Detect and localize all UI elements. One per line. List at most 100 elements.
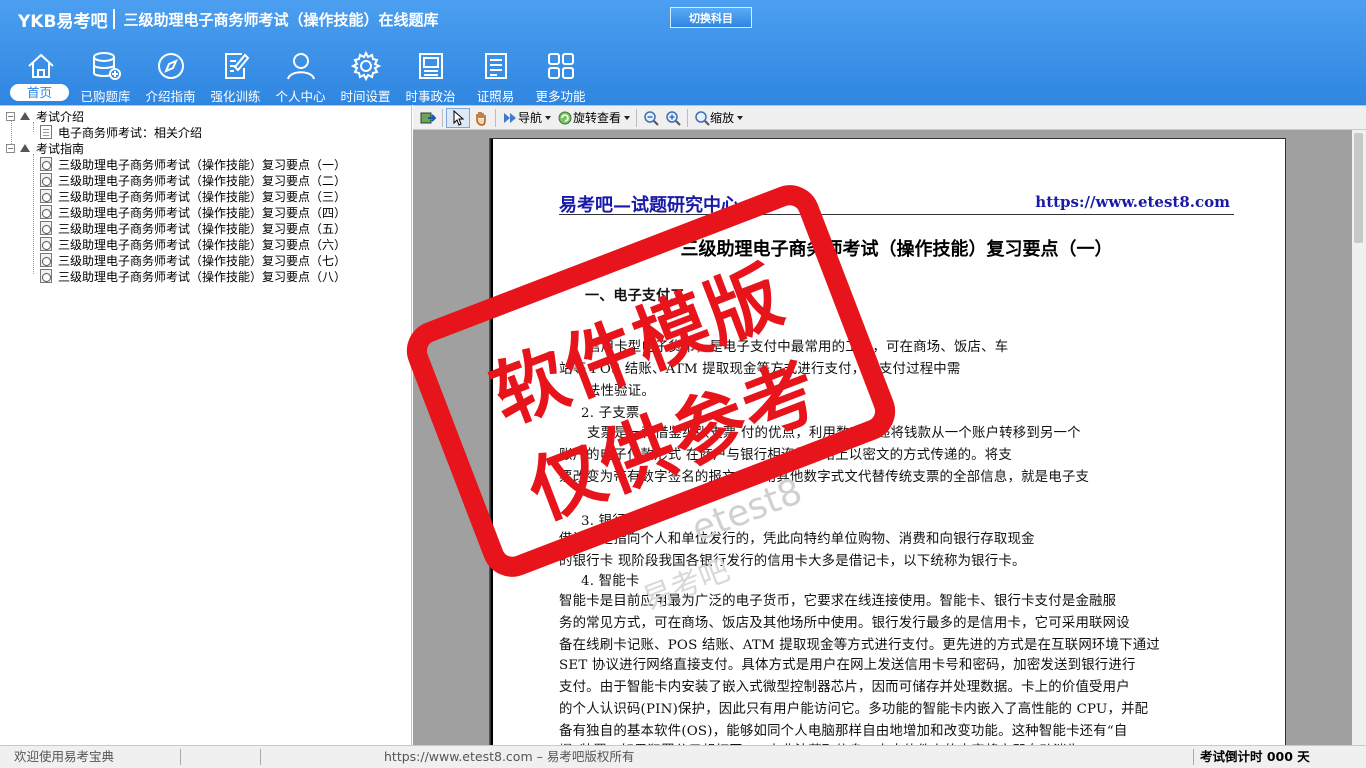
select-tool-button[interactable]	[446, 107, 470, 128]
document-line: 的个人认识码(PIN)保护，因此只有用户能访问它。多功能的智能卡内嵌入了高性能的…	[559, 702, 1149, 717]
viewer-toolbar: 导航 旋转查看 缩放	[413, 105, 1366, 130]
document-icon	[40, 237, 52, 251]
switch-subject-button[interactable]: 切换科目	[670, 7, 752, 28]
document-line: SET 协议进行网络直接支付。具体方式是用户在网上发送信用卡号和密码，加密发送到…	[559, 658, 1136, 673]
status-divider	[260, 749, 261, 765]
nav-label: 时事政治	[405, 89, 456, 104]
document-icon	[40, 157, 52, 171]
tree-item[interactable]: 三级助理电子商务师考试（操作技能）复习要点（八）	[40, 268, 346, 284]
document-line: 备在线刷卡记账、POS 结账、ATM 提取现金等方式进行支付。更先进的方式是在互…	[559, 638, 1160, 653]
document-icon	[40, 221, 52, 235]
document-line: 站等 POS 结账、ATM 提取现金等方式进行支付，其支付过程中需	[559, 362, 961, 377]
document-line: 支票是一种借鉴纸张支票 付的优点，利用数字传递将钱款从一个账户转移到另一个	[587, 426, 1081, 441]
pan-tool-button[interactable]	[470, 108, 492, 128]
grid-icon	[547, 53, 574, 79]
rotate-view-dropdown[interactable]: 旋转查看	[554, 108, 633, 128]
tree-group-label: 考试指南	[36, 141, 85, 156]
document-line: 法性验证。	[587, 384, 655, 399]
vertical-scrollbar[interactable]	[1352, 130, 1366, 745]
status-bar: 欢迎使用易考宝典 https://www.etest8.com – 易考吧版权所…	[0, 745, 1366, 768]
tree-item-label: 三级助理电子商务师考试（操作技能）复习要点（三）	[58, 189, 347, 204]
nav-label: 已购题库	[80, 89, 131, 104]
toolbar-separator	[442, 108, 443, 127]
tree-item[interactable]: 三级助理电子商务师考试（操作技能）复习要点（一）	[40, 156, 346, 172]
nav-item-guide[interactable]: 介绍指南	[138, 48, 203, 104]
export-button[interactable]	[417, 108, 439, 128]
list-icon	[484, 53, 507, 79]
app-title: YKB易考吧 三级助理电子商务师考试（操作技能）在线题库	[18, 8, 439, 32]
header-bar: YKB易考吧 三级助理电子商务师考试（操作技能）在线题库 切换科目 首页 已购题…	[0, 0, 1366, 105]
nav-item-purchased[interactable]: 已购题库	[73, 48, 138, 104]
compass-icon	[157, 53, 184, 79]
site-name: 易考吧—试题研究中心	[559, 195, 739, 216]
tree-item-label: 三级助理电子商务师考试（操作技能）复习要点（二）	[58, 173, 347, 188]
nav-item-current-affairs[interactable]: 时事政治	[398, 48, 463, 104]
document-icon	[40, 189, 52, 203]
nav-item-training[interactable]: 强化训练	[203, 48, 268, 104]
folder-icon	[20, 112, 30, 120]
nav-item-time-settings[interactable]: 时间设置	[333, 48, 398, 104]
chapter-tree: − 考试介绍 电子商务师考试：相关介绍 − 考试指南 三级助理电子商务师考试（操…	[0, 105, 412, 745]
tree-item[interactable]: 三级助理电子商务师考试（操作技能）复习要点（五）	[40, 220, 346, 236]
zoom-dropdown[interactable]: 缩放	[691, 108, 746, 128]
tree-item-label: 三级助理电子商务师考试（操作技能）复习要点（五）	[58, 221, 347, 236]
nav-item-more[interactable]: 更多功能	[528, 48, 593, 104]
document-page: 易考吧—试题研究中心 https://www.etest8.com 三级助理电子…	[490, 138, 1286, 745]
tree-item-label: 三级助理电子商务师考试（操作技能）复习要点（八）	[58, 269, 347, 284]
tree-item[interactable]: 电子商务师考试：相关介绍	[40, 124, 202, 140]
tree-item-label: 三级助理电子商务师考试（操作技能）复习要点（一）	[58, 157, 347, 172]
rotate-view-label: 旋转查看	[573, 111, 622, 125]
nav-item-home[interactable]: 首页	[8, 48, 73, 104]
tree-item-label: 三级助理电子商务师考试（操作技能）复习要点（六）	[58, 237, 347, 252]
document-icon	[40, 173, 52, 187]
document-line: 一、电子支付工	[585, 288, 685, 304]
tree-item-label: 三级助理电子商务师考试（操作技能）复习要点（七）	[58, 253, 347, 268]
nav-label: 证照易	[476, 89, 515, 104]
document-line: 3. 银行卡	[581, 514, 640, 529]
tree-item[interactable]: 三级助理电子商务师考试（操作技能）复习要点（四）	[40, 204, 346, 220]
status-welcome: 欢迎使用易考宝典	[14, 749, 115, 764]
tree-item[interactable]: 三级助理电子商务师考试（操作技能）复习要点（七）	[40, 252, 346, 268]
tree-item[interactable]: 三级助理电子商务师考试（操作技能）复习要点（六）	[40, 236, 346, 252]
zoom-in-button[interactable]	[662, 108, 684, 128]
document-line: 票改变为带有数字签名的报文，利用其他数字式文代替传统支票的全部信息，就是电子支	[559, 470, 1090, 485]
status-copyright: https://www.etest8.com – 易考吧版权所有	[384, 749, 635, 764]
tree-group-intro[interactable]: − 考试介绍	[6, 108, 84, 124]
page-title: 三级助理电子商务师考试（操作技能）在线题库	[123, 10, 439, 29]
tree-guide	[33, 154, 34, 274]
zoom-out-button[interactable]	[640, 108, 662, 128]
nav-item-profile[interactable]: 个人中心	[268, 48, 333, 104]
nav-label: 首页	[10, 84, 69, 101]
folder-icon	[20, 144, 30, 152]
collapse-icon[interactable]: −	[6, 143, 15, 153]
document-line: 信用卡型电子货币，是电子支付中最常用的工具，可在商场、饭店、车	[587, 340, 1009, 355]
chevron-down-icon	[737, 115, 744, 120]
status-countdown: 考试倒计时 000 天	[1200, 749, 1310, 764]
navigation-dropdown[interactable]: 导航	[499, 108, 554, 128]
database-icon	[92, 52, 121, 80]
zoom-out-icon	[644, 110, 659, 126]
scrollbar-thumb[interactable]	[1354, 133, 1363, 243]
document-viewer[interactable]: 易考吧—试题研究中心 https://www.etest8.com 三级助理电子…	[413, 130, 1366, 745]
app-logo: YKB易考吧	[18, 11, 108, 32]
magnifier-icon	[695, 110, 710, 126]
tree-item-label: 三级助理电子商务师考试（操作技能）复习要点（四）	[58, 205, 347, 220]
document-line: 支付。由于智能卡内安装了嵌入式微型控制器芯片，因而可储存并处理数据。卡上的价值受…	[559, 680, 1130, 695]
tree-item[interactable]: 三级助理电子商务师考试（操作技能）复习要点（二）	[40, 172, 346, 188]
navigation-icon	[504, 112, 516, 123]
chevron-down-icon	[545, 115, 552, 120]
document-icon	[40, 253, 52, 267]
main-nav: 首页 已购题库 介绍指南 强化训练 个人中心 时间设置 时事政治 证照易 更多功…	[8, 48, 593, 104]
site-url: https://www.etest8.com	[1035, 193, 1230, 211]
document-title: 三级助理电子商务师考试（操作技能）复习要点（一）	[680, 239, 1113, 260]
nav-label: 更多功能	[535, 89, 586, 104]
newspaper-icon	[418, 53, 443, 79]
toolbar-separator	[636, 108, 638, 127]
tree-item[interactable]: 三级助理电子商务师考试（操作技能）复习要点（三）	[40, 188, 346, 204]
nav-item-license[interactable]: 证照易	[463, 48, 528, 104]
nav-label: 时间设置	[340, 89, 391, 104]
tree-group-guide[interactable]: − 考试指南	[6, 140, 84, 156]
tree-group-label: 考试介绍	[36, 109, 85, 124]
document-line: 备有独自的基本软件(OS)，能够如同个人电脑那样自由地增加和改变功能。这种智能卡…	[559, 724, 1128, 739]
collapse-icon[interactable]: −	[6, 111, 15, 121]
